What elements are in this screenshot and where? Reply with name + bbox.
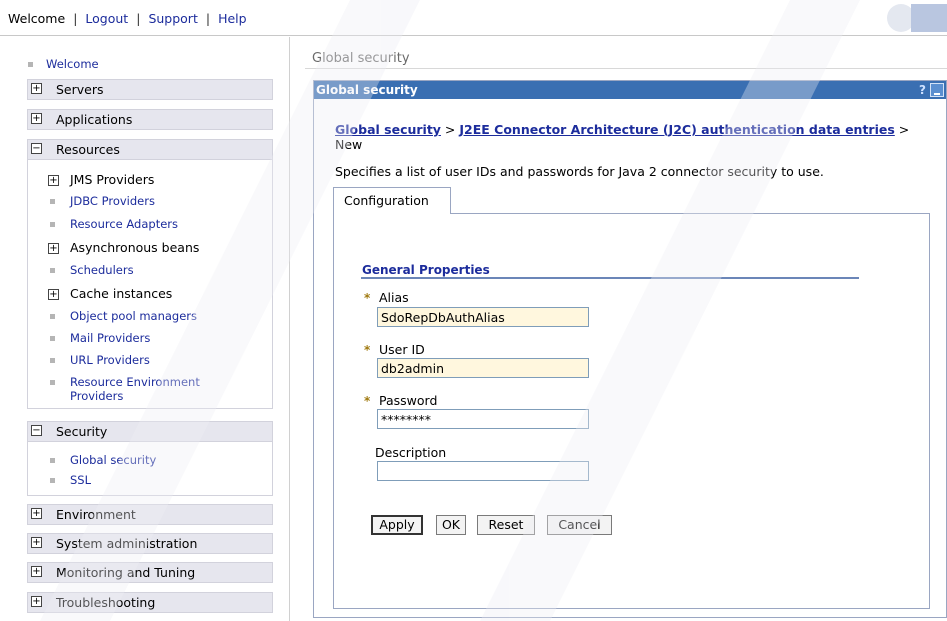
collapse-icon[interactable]: − (31, 143, 42, 154)
breadcrumb-separator: > (894, 122, 910, 137)
bullet-icon (50, 314, 55, 319)
separator: | (136, 11, 141, 26)
divider (361, 277, 859, 279)
bullet-icon (50, 336, 55, 341)
breadcrumb: Global security > J2EE Connector Archite… (335, 122, 945, 152)
breadcrumb-current: New (335, 137, 363, 152)
bullet-icon (50, 199, 55, 204)
nav-item-jms-providers[interactable]: JMS Providers (70, 172, 154, 187)
required-icon: * (364, 291, 371, 305)
alias-label: Alias (379, 290, 409, 305)
nav-section-system-administration[interactable]: + System administration (27, 533, 273, 554)
description-input[interactable] (377, 461, 589, 481)
divider (305, 68, 947, 69)
nav-item-ssl[interactable]: SSL (70, 473, 91, 487)
nav-item-schedulers[interactable]: Schedulers (70, 263, 134, 277)
breadcrumb-global-security-link[interactable]: Global security (335, 122, 441, 137)
nav-section-label: Environment (56, 507, 136, 522)
nav-section-servers[interactable]: + Servers (27, 79, 273, 100)
global-security-panel: Global security ? Global security > J2EE… (313, 80, 947, 618)
nav-section-security[interactable]: − Security (27, 421, 273, 442)
breadcrumb-j2c-link[interactable]: J2EE Connector Architecture (J2C) authen… (459, 122, 894, 137)
nav-section-applications[interactable]: + Applications (27, 109, 273, 130)
password-input[interactable] (377, 409, 589, 429)
nav-item-resource-adapters[interactable]: Resource Adapters (70, 217, 178, 231)
nav-section-label: Resources (56, 142, 120, 157)
bullet-icon (50, 478, 55, 483)
nav-item-object-pool-managers[interactable]: Object pool managers (70, 309, 197, 323)
expand-icon[interactable]: + (31, 537, 42, 548)
user-id-input[interactable] (377, 358, 589, 378)
tab-configuration[interactable]: Configuration (333, 187, 451, 214)
bullet-icon (28, 62, 33, 67)
support-link[interactable]: Support (148, 11, 197, 26)
nav-item-label: Resource Environment (70, 375, 200, 389)
nav-section-troubleshooting[interactable]: + Troubleshooting (27, 592, 273, 613)
nav-section-label: Applications (56, 112, 133, 127)
bullet-icon (50, 268, 55, 273)
nav-item-label: Providers (70, 389, 124, 403)
logout-link[interactable]: Logout (85, 11, 128, 26)
expand-icon[interactable]: + (31, 83, 42, 94)
collapse-icon[interactable]: − (31, 425, 42, 436)
expand-icon[interactable]: + (31, 508, 42, 519)
password-label: Password (379, 393, 438, 408)
help-icon[interactable]: ? (919, 81, 926, 99)
bullet-icon (50, 380, 55, 385)
expand-icon[interactable]: + (48, 289, 59, 300)
nav-item-cache-instances[interactable]: Cache instances (70, 286, 172, 301)
nav-item-resource-environment-providers[interactable]: Resource Environment Providers (70, 375, 200, 403)
alias-input[interactable] (377, 307, 589, 327)
nav-section-label: Troubleshooting (56, 595, 156, 610)
nav-item-jdbc-providers[interactable]: JDBC Providers (70, 194, 155, 208)
reset-button[interactable]: Reset (477, 515, 535, 535)
top-banner: Welcome | Logout | Support | Help (0, 0, 947, 36)
minimize-icon[interactable] (930, 83, 944, 97)
nav-item-mail-providers[interactable]: Mail Providers (70, 331, 150, 345)
separator: | (73, 11, 78, 26)
expand-icon[interactable]: + (48, 175, 59, 186)
expand-icon[interactable]: + (31, 113, 42, 124)
separator: | (205, 11, 211, 26)
apply-button[interactable]: Apply (371, 515, 423, 535)
bullet-icon (50, 358, 55, 363)
nav-item-asynchronous-beans[interactable]: Asynchronous beans (70, 240, 199, 255)
security-group (27, 442, 273, 496)
expand-icon[interactable]: + (48, 243, 59, 254)
nav-section-label: Monitoring and Tuning (56, 565, 196, 580)
nav-section-label: System administration (56, 536, 198, 551)
ok-button[interactable]: OK (436, 515, 466, 535)
nav-item-global-security[interactable]: Global security (70, 453, 156, 467)
user-id-label: User ID (379, 342, 425, 357)
panel-title: Global security (316, 83, 418, 97)
description-label: Description (375, 445, 447, 460)
required-icon: * (364, 343, 371, 357)
nav-section-resources[interactable]: − Resources (27, 139, 273, 160)
page-title: Global security (312, 51, 410, 66)
nav-section-label: Servers (56, 82, 104, 97)
nav-welcome-link[interactable]: Welcome (46, 57, 99, 71)
nav-section-label: Security (56, 424, 108, 439)
bullet-icon (50, 222, 55, 227)
expand-icon[interactable]: + (31, 596, 42, 607)
nav-section-environment[interactable]: + Environment (27, 504, 273, 525)
bullet-icon (50, 458, 55, 463)
nav-item-url-providers[interactable]: URL Providers (70, 353, 150, 367)
required-icon: * (364, 394, 371, 408)
cancel-button[interactable]: Cancel (547, 515, 612, 535)
breadcrumb-separator: > (440, 122, 460, 137)
navigation-tree: Welcome + Servers + Applications − Resource… (0, 37, 290, 621)
help-link[interactable]: Help (218, 11, 247, 26)
panel-header: Global security ? (314, 81, 946, 99)
expand-icon[interactable]: + (31, 566, 42, 577)
top-links: Welcome | Logout | Support | Help (8, 11, 247, 26)
page-description: Specifies a list of user IDs and passwor… (335, 164, 824, 179)
nav-section-monitoring[interactable]: + Monitoring and Tuning (27, 562, 273, 583)
logo-icon (885, 4, 947, 32)
general-properties-heading: General Properties (362, 263, 490, 277)
welcome-link[interactable]: Welcome (8, 11, 65, 26)
